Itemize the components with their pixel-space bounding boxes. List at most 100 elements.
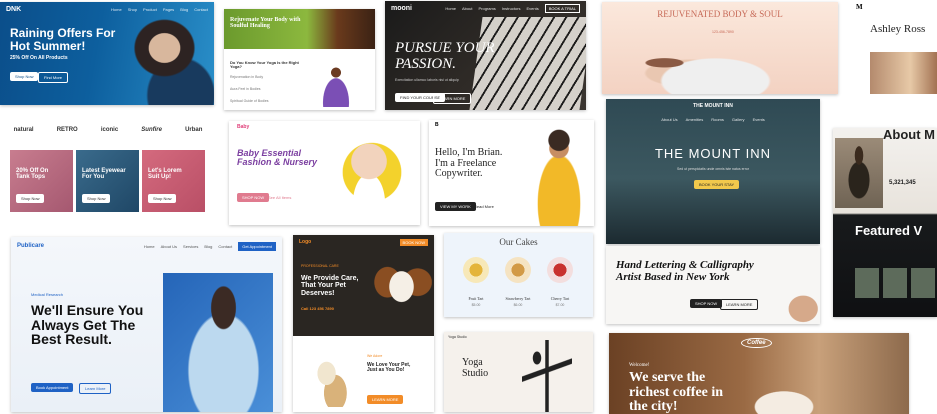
brand-logo[interactable]: THE MOUNT INN <box>612 103 814 109</box>
brand-logo[interactable]: B <box>435 122 439 128</box>
hero-headline: REJUVENATED BODY & SOUL <box>657 9 783 19</box>
scientist-photo <box>163 273 273 412</box>
cake-name: Fruit Tart <box>468 296 484 301</box>
cake-item[interactable]: Strawberry Tart $6.00 <box>500 257 536 313</box>
hero-subtitle: Sed ut perspiciatis unde omnis iste natu… <box>677 167 749 171</box>
brand-logo[interactable]: Baby <box>237 124 249 130</box>
shop-now-button[interactable]: Shop Now <box>16 194 45 203</box>
section-headline: We Love Your Pet, Just as You Do! <box>367 362 411 374</box>
brand-logo[interactable]: Publicare <box>17 243 44 249</box>
template-thumbnail-travel[interactable]: About M 5,321,345 Featured V <box>833 128 937 317</box>
promo-card[interactable]: Let's Lorem Suit Up! Shop Now <box>142 150 205 212</box>
model-photo <box>104 10 214 105</box>
nav-link[interactable]: Blog <box>204 244 212 249</box>
spa-photo <box>622 42 792 94</box>
nav-link[interactable]: About <box>462 6 472 11</box>
portrait-photo <box>524 124 594 226</box>
appointment-button[interactable]: Get Appointment <box>238 241 276 251</box>
cake-item[interactable]: Cherry Tart $7.00 <box>542 257 578 313</box>
template-thumbnail-calligraphy[interactable]: Hand Lettering & Calligraphy Artist Base… <box>606 246 820 324</box>
book-now-button[interactable]: BOOK NOW <box>399 238 428 246</box>
template-thumbnail-eyewear-store[interactable]: natural RETRO iconic Sunfire Urban 20% O… <box>2 116 214 233</box>
nav-link[interactable]: Services <box>183 244 198 249</box>
template-thumbnail-medical[interactable]: Publicare Home About Us Services Blog Contac… <box>11 237 282 412</box>
template-thumbnail-yoga-healing[interactable]: Rejuvenate Your Body with Soulful Healin… <box>224 9 375 110</box>
nav-link[interactable]: Events <box>753 117 765 122</box>
template-thumbnail-music-school[interactable]: mooni Home About Programs Instructors Events… <box>385 1 586 110</box>
nav-link[interactable]: About Us <box>161 244 177 249</box>
hero-headline: Hand Lettering & Calligraphy Artist Base… <box>616 259 754 283</box>
template-thumbnail-baby-store[interactable]: Baby Baby Essential Fashion & Nursery SH… <box>229 121 420 225</box>
dog-photo <box>363 247 433 335</box>
brand-logo[interactable]: DNK <box>6 6 21 13</box>
nav-link[interactable]: Gallery <box>732 117 745 122</box>
list-item: Rejuvenation in Body <box>230 75 264 79</box>
nav-link[interactable]: About Us <box>661 117 677 122</box>
learn-more-button[interactable]: Learn More <box>79 383 112 394</box>
hero-headline: We'll Ensure You Always Get The Best Res… <box>31 302 144 348</box>
cake-image <box>547 257 573 283</box>
shop-now-button[interactable]: SHOP NOW <box>690 299 723 308</box>
brand-logo[interactable]: Coffee <box>741 338 772 349</box>
see-all-button[interactable]: See All Items <box>263 193 296 202</box>
hero-headline: About M <box>883 128 935 142</box>
featured-heading: Featured V <box>855 223 923 238</box>
cake-price: $6.00 <box>513 303 523 307</box>
brand-logo[interactable]: Logo <box>299 239 311 245</box>
shop-now-button[interactable]: Shop Now <box>10 72 39 81</box>
template-thumbnail-fashion-sale[interactable]: DNK Home Shop Product Pages Blog Contact Rain… <box>0 2 214 105</box>
template-thumbnail-portfolio[interactable]: M Ashley Ross <box>850 0 937 94</box>
collage: DNK Home Shop Product Pages Blog Contact Rain… <box>0 0 937 414</box>
phone-number: 123-456-7890 <box>712 30 734 34</box>
template-thumbnail-spa[interactable]: REJUVENATED BODY & SOUL 123-456-7890 <box>602 2 838 94</box>
brand-logo[interactable]: natural <box>14 127 34 133</box>
book-appointment-button[interactable]: Book Appointment <box>31 383 74 392</box>
book-stay-button[interactable]: BOOK YOUR STAY <box>694 180 740 189</box>
nav-link[interactable]: Events <box>526 6 538 11</box>
brand-logo[interactable]: RETRO <box>57 127 78 133</box>
cake-image <box>505 257 531 283</box>
promo-label: Latest Eyewear For You <box>82 168 126 181</box>
hero-subtitle: Exercitation ullamco laboris nisi ut ali… <box>395 78 459 82</box>
template-thumbnail-hotel[interactable]: THE MOUNT INN About Us Amenities Rooms Gall… <box>606 99 820 244</box>
promo-card[interactable]: 20% Off On Tank Tops Shop Now <box>10 150 73 212</box>
hiker-photo <box>835 138 883 208</box>
shop-now-button[interactable]: Shop Now <box>82 194 111 203</box>
cake-price: $7.00 <box>555 303 565 307</box>
nav-link[interactable]: Home <box>144 244 155 249</box>
nav-link[interactable]: Programs <box>478 6 495 11</box>
hero-headline: We Provide Care, That Your Pet Deserves! <box>301 275 359 297</box>
promo-card[interactable]: Latest Eyewear For You Shop Now <box>76 150 139 212</box>
hero-tag: Medical Research <box>31 292 64 297</box>
find-more-button[interactable]: Find More <box>38 72 69 83</box>
shop-now-button[interactable]: Shop Now <box>148 194 177 203</box>
video-thumbnails <box>855 268 937 298</box>
template-thumbnail-coffee-shop[interactable]: Coffee Welcome! We serve the richest cof… <box>609 333 909 414</box>
nav-link[interactable]: Home <box>445 6 456 11</box>
nav-link[interactable]: Amenities <box>686 117 704 122</box>
nav-link[interactable]: Rooms <box>711 117 724 122</box>
hero-headline: Hello, I'm Brian. I'm a Freelance Copywr… <box>435 147 503 179</box>
brand-logo[interactable]: M <box>856 3 863 11</box>
book-trial-button[interactable]: BOOK A TRIAL <box>544 3 580 13</box>
learn-more-button[interactable]: LEARN MORE <box>367 395 404 404</box>
template-thumbnail-copywriter[interactable]: B Hello, I'm Brian. I'm a Freelance Copy… <box>429 120 594 226</box>
hero-headline: THE MOUNT INN <box>654 146 772 161</box>
brand-logo[interactable]: Yoga Studio <box>448 335 467 340</box>
phone-number: Call 123 456 7890 <box>301 306 334 311</box>
hero-headline: Baby Essential Fashion & Nursery <box>237 148 318 168</box>
brand-strip: natural RETRO iconic Sunfire Urban <box>2 120 214 140</box>
brand-logo[interactable]: iconic <box>101 127 118 133</box>
nav-link[interactable]: Instructors <box>502 6 521 11</box>
read-more-button[interactable]: Read More <box>469 202 499 211</box>
cake-item[interactable]: Fruit Tart $5.00 <box>458 257 494 313</box>
brand-logo[interactable]: Sunfire <box>141 127 162 133</box>
template-thumbnail-yoga-studio[interactable]: Yoga Studio Yoga Studio <box>444 332 593 412</box>
learn-more-button[interactable]: LEARN MORE <box>720 299 759 310</box>
learn-more-button[interactable]: LEARN MORE <box>433 93 472 104</box>
brand-logo[interactable]: mooni <box>391 5 412 12</box>
nav-link[interactable]: Contact <box>218 244 232 249</box>
template-thumbnail-bakery[interactable]: Our Cakes Fruit Tart $5.00 Strawberry Ta… <box>444 233 593 317</box>
template-thumbnail-pet-care[interactable]: Logo BOOK NOW PROFESSIONAL CARE We Provi… <box>293 235 434 412</box>
brand-logo[interactable]: Urban <box>185 127 202 133</box>
